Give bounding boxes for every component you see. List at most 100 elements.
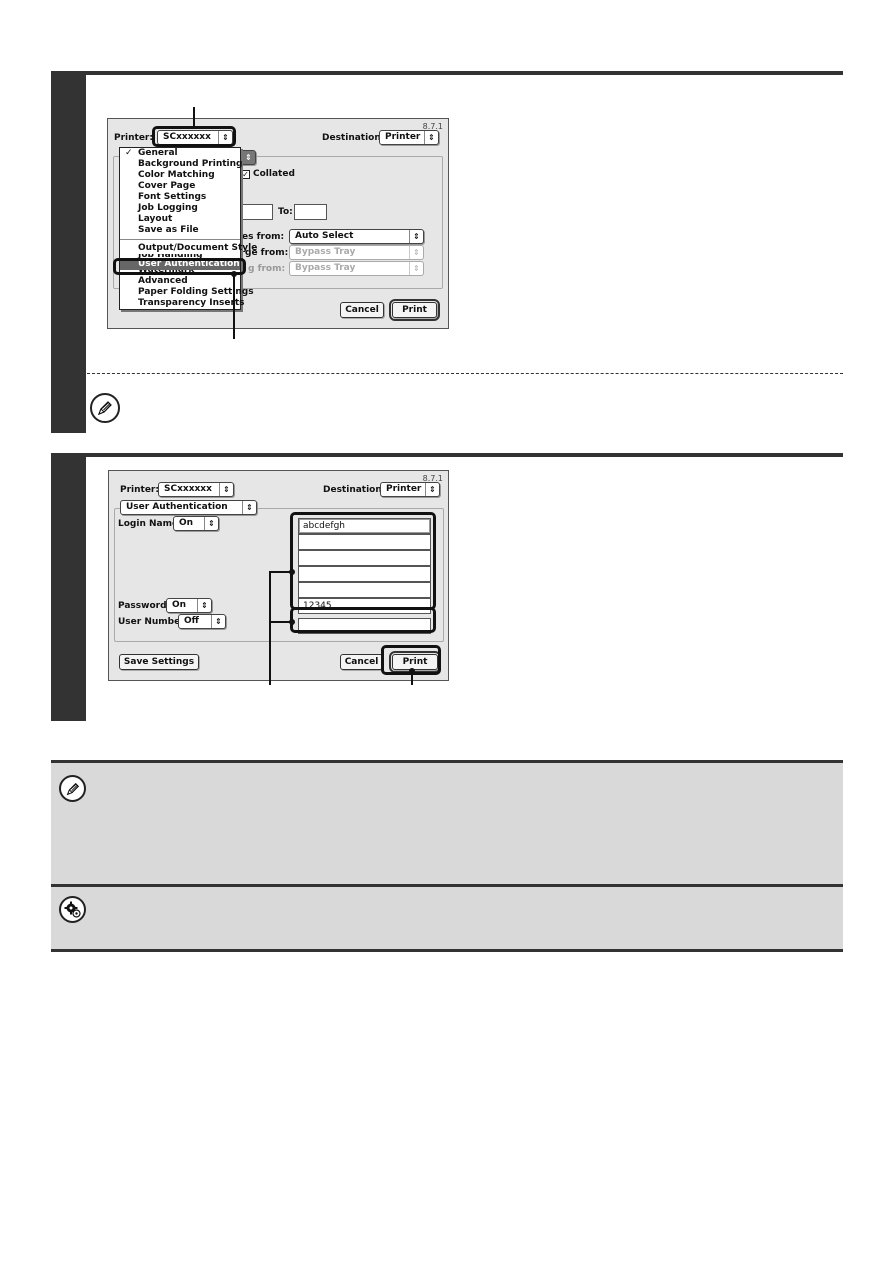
paper-source-value-2: Bypass Tray <box>295 247 356 257</box>
fields-callout-upper <box>290 512 436 610</box>
menu-item-label: Font Settings <box>138 192 207 202</box>
popup-arrow-icon: ⇕ <box>425 483 439 496</box>
paper-source-select-2[interactable]: Bypass Tray ⇕ <box>289 245 424 260</box>
print-button[interactable]: Print <box>389 299 440 321</box>
menu-item-label: Job Logging <box>138 203 198 213</box>
step-sidebar <box>51 71 86 433</box>
menu-item[interactable]: Color Matching <box>120 170 240 181</box>
step-1: 8.7.1 Printer: SCxxxxxx ⇕ Destination: P… <box>51 71 843 433</box>
pencil-icon <box>97 401 112 416</box>
destination-select[interactable]: Printer ⇕ <box>380 482 440 497</box>
printer-label: Printer: <box>114 133 153 143</box>
paper-source-label-3: g from: <box>248 264 286 274</box>
password-label: Password: <box>118 601 171 611</box>
menu-item[interactable]: Background Printing <box>120 159 243 170</box>
menu-item-label: Transparency Inserts <box>138 298 245 308</box>
destination-select-value: Printer <box>385 132 421 142</box>
pencil-icon <box>66 782 79 795</box>
popup-arrow-icon: ⇕ <box>409 230 423 243</box>
destination-label: Destination: <box>322 133 385 143</box>
callout-line <box>193 107 195 127</box>
pages-to-field[interactable] <box>294 204 327 220</box>
menu-item[interactable]: Transparency Inserts <box>120 298 245 309</box>
settings-note <box>51 884 843 952</box>
user-number-select[interactable]: Off ⇕ <box>178 614 226 629</box>
menu-item[interactable]: Layout <box>120 214 240 225</box>
login-name-select[interactable]: On ⇕ <box>173 516 219 531</box>
note-top-rule <box>51 760 843 763</box>
menu-separator <box>120 239 240 240</box>
popup-arrow-icon: ⇕ <box>197 599 211 612</box>
note-top-rule <box>51 884 843 887</box>
system-settings-icon-circle <box>59 896 86 923</box>
menu-item-callout <box>113 258 246 275</box>
popup-arrow-icon: ⇕ <box>409 246 423 259</box>
collated-label: Collated <box>253 169 295 179</box>
paper-source-value-3: Bypass Tray <box>295 263 356 273</box>
popup-arrow-icon: ⇕ <box>242 501 256 514</box>
panel-menu: ✓ General Background Printing Color Matchin… <box>119 147 257 310</box>
user-number-value: Off <box>184 616 199 626</box>
step-sidebar <box>51 453 86 721</box>
step-top-rule <box>51 71 843 75</box>
menu-item-label: Output/Document Style <box>138 243 258 253</box>
menu-item[interactable]: Cover Page <box>120 181 240 192</box>
password-select[interactable]: On ⇕ <box>166 598 212 613</box>
callout-line <box>411 671 413 685</box>
popup-arrow-icon: ⇕ <box>204 517 218 530</box>
menu-item-label: Save as File <box>138 225 199 235</box>
menu-item[interactable]: Font Settings <box>120 192 240 203</box>
callout-line <box>270 621 291 623</box>
popup-arrow-icon: ⇕ <box>211 615 225 628</box>
menu-item[interactable]: ✓ General <box>120 148 240 159</box>
collated-checkbox[interactable]: ✓ <box>241 170 250 179</box>
callout-line <box>270 571 291 573</box>
note-icon-circle <box>59 775 86 802</box>
paper-source-select-1[interactable]: Auto Select ⇕ <box>289 229 424 244</box>
check-icon: ✓ <box>242 170 249 179</box>
menu-item[interactable]: Output/Document Style <box>120 243 257 254</box>
menu-item[interactable]: Advanced <box>120 276 240 287</box>
destination-select-value: Printer <box>386 484 422 494</box>
destination-label: Destination: <box>323 485 386 495</box>
cancel-button[interactable]: Cancel <box>340 302 384 318</box>
step-2: 8.7.1 Printer: SCxxxxxx ⇕ Destination: P… <box>51 453 843 721</box>
menu-item-label: Cover Page <box>138 181 196 191</box>
callout-line <box>233 274 235 339</box>
menu-item-label: Paper Folding Settings <box>138 287 254 297</box>
menu-item-label: Background Printing <box>138 159 243 169</box>
menu-item[interactable]: Job Logging <box>120 203 240 214</box>
menu-item[interactable]: Save as File <box>120 225 240 236</box>
paper-source-value-1: Auto Select <box>295 231 354 241</box>
callout-line <box>269 571 271 685</box>
step-top-rule <box>51 453 843 457</box>
menu-item-label: General <box>138 148 178 158</box>
destination-select[interactable]: Printer ⇕ <box>379 130 439 145</box>
menu-item-label: Layout <box>138 214 173 224</box>
info-note <box>51 760 843 884</box>
menu-item-label: Color Matching <box>138 170 215 180</box>
checkmark-icon: ✓ <box>125 148 133 158</box>
login-name-value: On <box>179 518 194 528</box>
fields-callout-lower <box>290 607 436 633</box>
printer-select-value: SCxxxxxx <box>164 484 212 494</box>
cancel-button[interactable]: Cancel <box>340 654 383 670</box>
note-icon-circle <box>90 393 120 423</box>
panel-select-value: User Authentication <box>126 502 228 512</box>
printer-label: Printer: <box>120 485 159 495</box>
popup-arrow-icon: ⇕ <box>219 483 233 496</box>
popup-arrow-icon: ⇕ <box>424 131 438 144</box>
save-settings-button[interactable]: Save Settings <box>119 654 199 670</box>
paper-source-select-3[interactable]: Bypass Tray ⇕ <box>289 261 424 276</box>
panel-select[interactable]: User Authentication ⇕ <box>120 500 257 515</box>
paper-source-label-1: es from: <box>242 232 285 242</box>
printer-callout <box>152 126 236 147</box>
dashed-divider <box>87 373 843 374</box>
printer-select[interactable]: SCxxxxxx ⇕ <box>158 482 234 497</box>
menu-item[interactable]: Paper Folding Settings <box>120 287 254 298</box>
popup-arrow-icon: ⇕ <box>241 151 255 164</box>
gear-icon <box>64 901 81 918</box>
note-bottom-rule <box>51 949 843 952</box>
menu-item-label: Advanced <box>138 276 188 286</box>
to-label: To: <box>278 207 293 217</box>
